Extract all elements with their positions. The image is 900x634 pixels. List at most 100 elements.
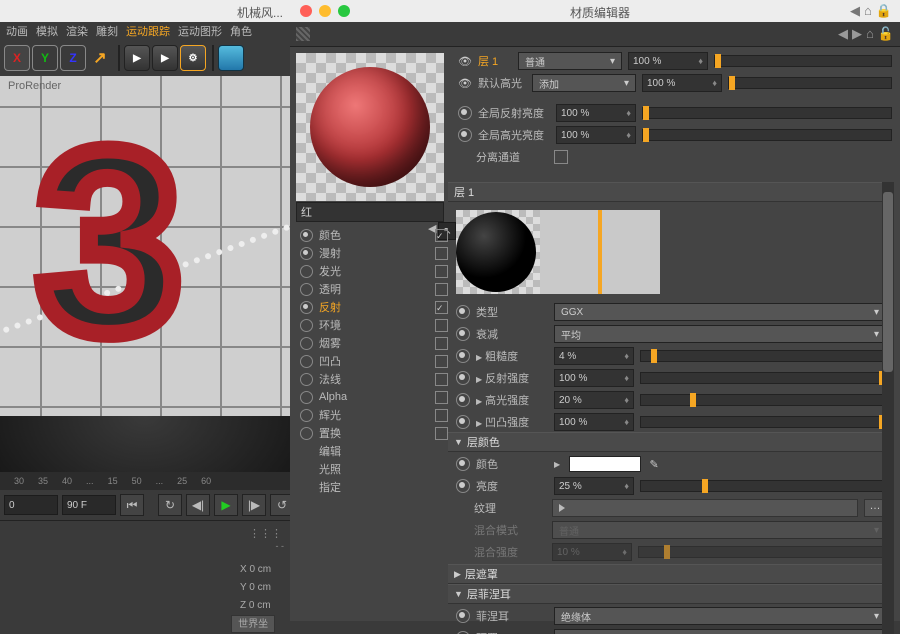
channel-辉光[interactable]: 辉光 <box>296 406 454 424</box>
channel-radio[interactable] <box>300 229 313 242</box>
channel-radio[interactable] <box>300 373 313 386</box>
channel-radio[interactable] <box>300 409 313 422</box>
channel-指定[interactable]: 指定 <box>296 478 454 496</box>
bumpstr-value[interactable]: 100 %♦ <box>554 413 634 431</box>
specstr-value[interactable]: 20 %♦ <box>554 391 634 409</box>
fresnel-dropdown[interactable]: 绝缘体▾ <box>554 607 886 625</box>
zoom-window-icon[interactable] <box>338 5 350 17</box>
nav-back-icon[interactable]: ◀ <box>838 26 848 42</box>
channel-烟雾[interactable]: 烟雾 <box>296 334 454 352</box>
next-frame-button[interactable]: |▶ <box>242 494 266 516</box>
channel-radio[interactable] <box>300 427 313 440</box>
render-pv-button[interactable]: ▶ <box>152 45 178 71</box>
channel-checkbox[interactable] <box>435 319 448 332</box>
channel-编辑[interactable]: 编辑 <box>296 442 454 460</box>
channel-checkbox[interactable] <box>435 229 448 242</box>
layout-tab-simulate[interactable]: 模拟 <box>36 23 58 39</box>
render-view-button[interactable]: ▶ <box>124 45 150 71</box>
material-scrollbar[interactable] <box>882 182 894 634</box>
channel-checkbox[interactable] <box>435 337 448 350</box>
start-frame-input[interactable] <box>4 495 58 515</box>
channel-颜色[interactable]: 颜色 <box>296 226 454 244</box>
rough-slider[interactable] <box>640 350 886 362</box>
viewport-3d[interactable]: 3 3 ProRender <box>0 76 290 472</box>
axis-z-button[interactable]: Z <box>60 45 86 71</box>
section-layer1[interactable]: 层 1 <box>448 182 894 202</box>
layer-blend-mode[interactable]: 普通▾ <box>518 52 622 70</box>
channel-checkbox[interactable] <box>435 391 448 404</box>
channel-checkbox[interactable] <box>435 283 448 296</box>
spec-blend-value[interactable]: 100 %♦ <box>642 74 722 92</box>
channel-radio[interactable] <box>300 283 313 296</box>
channel-checkbox[interactable] <box>435 355 448 368</box>
refl-value[interactable]: 100 %♦ <box>554 369 634 387</box>
color-swatch[interactable] <box>569 456 641 472</box>
scrollbar-thumb[interactable] <box>883 192 893 372</box>
section-layer-color[interactable]: ▼层颜色 <box>448 432 894 452</box>
global-spec-slider[interactable] <box>642 129 892 141</box>
lock-icon[interactable]: 🔒 <box>876 3 892 19</box>
channel-radio[interactable] <box>300 355 313 368</box>
global-refl-value[interactable]: 100 %♦ <box>556 104 636 122</box>
channel-radio[interactable] <box>300 247 313 260</box>
layout-tab-tracking[interactable]: 运动跟踪 <box>126 23 170 39</box>
layout-tab-animation[interactable]: 动画 <box>6 23 28 39</box>
channel-透明[interactable]: 透明 <box>296 280 454 298</box>
layer1-tab[interactable]: 层 1 <box>478 53 512 69</box>
channel-radio[interactable] <box>300 265 313 278</box>
channel-radio[interactable] <box>300 301 313 314</box>
lock-icon[interactable]: 🔓 <box>878 26 894 42</box>
atten-radio[interactable] <box>456 327 470 341</box>
world-coord-button[interactable]: 世界坐 <box>231 615 275 633</box>
channel-radio[interactable] <box>300 319 313 332</box>
reveal-icon[interactable]: 👁 <box>458 55 472 68</box>
layout-tab-render[interactable]: 渲染 <box>66 23 88 39</box>
axis-y-button[interactable]: Y <box>32 45 58 71</box>
panel-drag-icon[interactable] <box>296 27 310 41</box>
bright-slider[interactable] <box>640 480 886 492</box>
reveal-icon[interactable]: 👁 <box>458 77 472 90</box>
render-settings-button[interactable]: ⚙ <box>180 45 206 71</box>
channel-凹凸[interactable]: 凹凸 <box>296 352 454 370</box>
refl-radio[interactable] <box>456 371 470 385</box>
atten-dropdown[interactable]: 平均▾ <box>554 325 886 343</box>
panel-grip-icon[interactable]: ⋮⋮⋮ <box>249 527 282 540</box>
nav-home-icon[interactable]: ⌂ <box>866 26 874 42</box>
add-primitive-button[interactable] <box>218 45 244 71</box>
channel-checkbox[interactable] <box>435 409 448 422</box>
minimize-window-icon[interactable] <box>319 5 331 17</box>
channel-Alpha[interactable]: Alpha <box>296 388 454 406</box>
global-refl-slider[interactable] <box>642 107 892 119</box>
texture-picker[interactable] <box>552 499 858 517</box>
close-window-icon[interactable] <box>300 5 312 17</box>
global-spec-value[interactable]: 100 %♦ <box>556 126 636 144</box>
nav-back-icon[interactable]: ◀ <box>850 3 860 19</box>
layer-blend-value[interactable]: 100 %♦ <box>628 52 708 70</box>
channel-光照[interactable]: 光照 <box>296 460 454 478</box>
type-dropdown[interactable]: GGX▾ <box>554 303 886 321</box>
section-layer-fresnel[interactable]: ▼层菲涅耳 <box>448 584 894 604</box>
material-name-input[interactable] <box>296 202 444 222</box>
channel-checkbox[interactable] <box>435 247 448 260</box>
current-frame-input[interactable] <box>62 495 116 515</box>
rough-radio[interactable] <box>456 349 470 363</box>
channel-checkbox[interactable] <box>435 301 448 314</box>
axis-x-button[interactable]: X <box>4 45 30 71</box>
rough-value[interactable]: 4 %♦ <box>554 347 634 365</box>
section-layer-mask[interactable]: ▶层遮罩 <box>448 564 894 584</box>
bumpstr-slider[interactable] <box>640 416 886 428</box>
refl-slider[interactable] <box>640 372 886 384</box>
global-spec-radio[interactable] <box>458 128 472 142</box>
color-expand-icon[interactable] <box>554 458 563 470</box>
channel-radio[interactable] <box>300 391 313 404</box>
channel-法线[interactable]: 法线 <box>296 370 454 388</box>
global-refl-radio[interactable] <box>458 106 472 120</box>
channel-checkbox[interactable] <box>435 427 448 440</box>
specstr-slider[interactable] <box>640 394 886 406</box>
layout-tab-sculpt[interactable]: 雕刻 <box>96 23 118 39</box>
nav-fwd-icon[interactable]: ▶ <box>852 26 862 42</box>
separate-channel-checkbox[interactable] <box>554 150 568 164</box>
channel-环境[interactable]: 环境 <box>296 316 454 334</box>
play-button[interactable]: ▶ <box>214 494 238 516</box>
channel-发光[interactable]: 发光 <box>296 262 454 280</box>
